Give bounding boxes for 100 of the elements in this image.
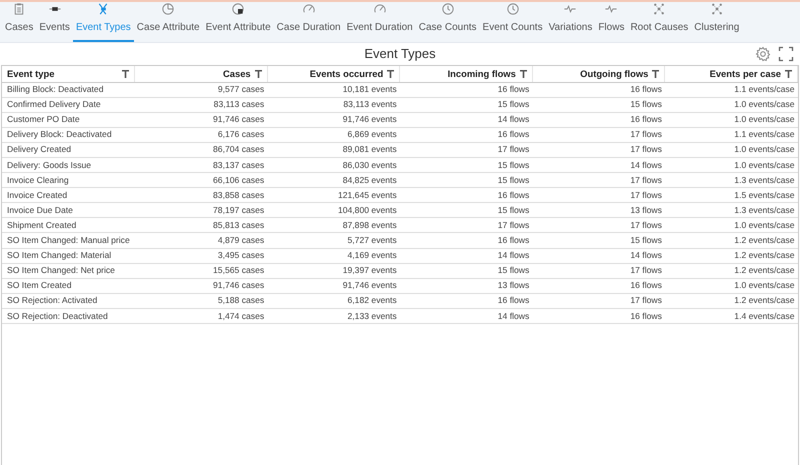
- table-cell: 85,813 cases: [134, 218, 268, 233]
- table-cell: 5,727 events: [267, 232, 400, 248]
- filter-icon[interactable]: [387, 70, 394, 78]
- table-cell: Invoice Created: [2, 188, 135, 203]
- table-cell: 4,879 cases: [134, 232, 268, 248]
- table-cell: SO Item Changed: Material: [2, 248, 135, 264]
- filter-icon[interactable]: [254, 70, 262, 78]
- table-cell: 9,577 cases: [134, 82, 268, 98]
- table-cell: 84,825 events: [267, 172, 400, 188]
- table-cell: 17 flows: [532, 263, 665, 278]
- table-cell: Invoice Due Date: [2, 202, 135, 218]
- table-cell: 14 flows: [400, 308, 532, 324]
- tab[interactable]: Event Duration: [344, 2, 416, 42]
- clock-icon: [440, 2, 455, 16]
- clock-icon: [506, 2, 520, 16]
- table-cell: 16 flows: [532, 82, 665, 98]
- table-cell: 16 flows: [400, 82, 532, 98]
- table-cell: 1,474 cases: [134, 308, 268, 324]
- tab[interactable]: Case Duration: [274, 2, 344, 42]
- table-cell: 15 flows: [400, 97, 532, 112]
- tab[interactable]: Clustering: [691, 2, 742, 42]
- column-header[interactable]: Events occurred: [272, 66, 384, 81]
- table-cell: 6,182 events: [267, 293, 400, 308]
- table-cell: Delivery: Goods Issue: [2, 157, 135, 173]
- pie-chart-icon: [231, 2, 246, 16]
- table-cell: SO Item Changed: Manual price: [2, 232, 135, 248]
- table-cell: 91,746 cases: [134, 278, 268, 294]
- table-cell: 91,746 events: [267, 278, 400, 294]
- table-cell: 16 flows: [400, 188, 532, 203]
- table-cell: SO Rejection: Activated: [2, 293, 135, 308]
- table-cell: 83,137 cases: [134, 157, 268, 173]
- panel-title: Event Types: [364, 45, 436, 64]
- tab[interactable]: Variations: [546, 2, 596, 42]
- table-cell: 78,197 cases: [134, 202, 268, 218]
- table-cell: 121,645 events: [267, 188, 400, 203]
- filter-icon[interactable]: [520, 70, 527, 78]
- tab[interactable]: Events: [36, 2, 73, 42]
- table-cell: Delivery Created: [2, 142, 135, 158]
- table-cell: 1.2 events/case: [664, 293, 798, 308]
- table-cell: 15 flows: [400, 157, 532, 173]
- tab[interactable]: Event Attribute: [202, 2, 274, 42]
- table-cell: 2,133 events: [267, 308, 400, 324]
- table-cell: 16 flows: [400, 127, 532, 142]
- table-cell: 86,704 cases: [134, 142, 268, 158]
- table-cell: 1.1 events/case: [664, 127, 798, 142]
- table-cell: 83,858 cases: [134, 188, 268, 203]
- column-header[interactable]: Outgoing flows: [538, 66, 648, 81]
- pie-chart-icon: [161, 2, 176, 16]
- table-cell: 17 flows: [532, 218, 665, 233]
- settings-icon[interactable]: [755, 46, 771, 62]
- network-icon: [710, 2, 724, 16]
- table-cell: Billing Block: Deactivated: [2, 82, 135, 98]
- table-cell: 15,565 cases: [134, 263, 268, 278]
- filter-icon[interactable]: [122, 70, 130, 78]
- table-cell: 86,030 events: [267, 157, 400, 173]
- table-cell: 6,869 events: [267, 127, 400, 142]
- column-header[interactable]: Event type: [7, 66, 118, 81]
- table-cell: 13 flows: [532, 202, 665, 218]
- table-cell: 1.0 events/case: [664, 97, 798, 112]
- network-icon: [652, 2, 666, 16]
- table-cell: 15 flows: [400, 202, 532, 218]
- table-cell: 1.4 events/case: [664, 308, 798, 324]
- table-cell: 10,181 events: [267, 82, 400, 98]
- table-cell: 91,746 cases: [134, 112, 268, 128]
- fullscreen-icon[interactable]: [778, 46, 794, 62]
- tab[interactable]: Event Counts: [480, 2, 546, 42]
- table-cell: Customer PO Date: [2, 112, 135, 128]
- table-cell: 1.0 events/case: [664, 218, 798, 233]
- table-cell: 15 flows: [532, 97, 665, 112]
- tab[interactable]: Flows: [595, 2, 628, 42]
- table-cell: Invoice Clearing: [2, 172, 135, 188]
- column-header[interactable]: Events per case: [670, 66, 781, 81]
- table-cell: 14 flows: [532, 248, 665, 264]
- tab[interactable]: Root Causes: [627, 2, 692, 42]
- table-cell: 3,495 cases: [134, 248, 268, 264]
- table-cell: 1.0 events/case: [664, 278, 798, 294]
- table-cell: 1.2 events/case: [664, 248, 798, 264]
- filter-icon[interactable]: [785, 70, 792, 78]
- tab[interactable]: Case Counts: [416, 2, 480, 42]
- column-header[interactable]: Cases: [140, 66, 251, 81]
- table-cell: 14 flows: [400, 112, 532, 128]
- table-cell: 104,800 events: [267, 202, 400, 218]
- table-cell: 15 flows: [400, 172, 532, 188]
- table-cell: 17 flows: [532, 142, 665, 158]
- table-cell: 13 flows: [400, 278, 532, 294]
- table-cell: 17 flows: [400, 142, 532, 158]
- table-cell: 16 flows: [532, 308, 665, 324]
- table-cell: Shipment Created: [2, 218, 135, 233]
- tab[interactable]: Case Attribute: [134, 2, 203, 42]
- table-cell: 1.3 events/case: [664, 172, 798, 188]
- table-cell: 17 flows: [532, 293, 665, 308]
- tab[interactable]: Cases: [2, 2, 36, 42]
- table-cell: 14 flows: [400, 248, 532, 264]
- filter-icon[interactable]: [652, 70, 660, 78]
- table-cell: SO Item Changed: Net price: [2, 263, 135, 278]
- table-cell: 17 flows: [532, 172, 665, 188]
- table-cell: 1.0 events/case: [664, 157, 798, 173]
- table-cell: 17 flows: [532, 127, 665, 142]
- table-cell: 87,898 events: [267, 218, 400, 233]
- column-header[interactable]: Incoming flows: [405, 66, 516, 81]
